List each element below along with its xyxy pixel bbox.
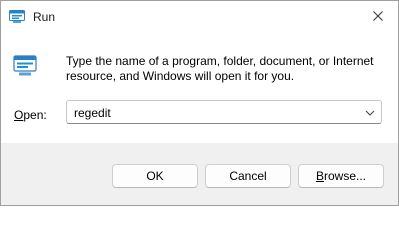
- chevron-down-icon[interactable]: [364, 107, 376, 119]
- description-text: Type the name of a program, folder, docu…: [66, 54, 374, 83]
- window-title: Run: [33, 10, 56, 24]
- run-dialog: Run Type the name of a program, folder, …: [0, 0, 399, 206]
- cancel-button[interactable]: Cancel: [205, 164, 291, 188]
- open-combobox[interactable]: regedit: [66, 100, 382, 124]
- open-label: Open:: [14, 108, 47, 122]
- dialog-content: Type the name of a program, folder, docu…: [1, 33, 398, 143]
- close-icon: [373, 10, 383, 24]
- close-button[interactable]: [358, 1, 398, 33]
- title-bar[interactable]: Run: [1, 1, 398, 33]
- open-input[interactable]: regedit: [74, 106, 111, 120]
- browse-button[interactable]: Browse...: [298, 164, 384, 188]
- run-icon: [9, 10, 25, 24]
- run-icon: [13, 55, 37, 77]
- ok-button[interactable]: OK: [112, 164, 198, 188]
- dialog-footer: OK Cancel Browse...: [1, 143, 398, 205]
